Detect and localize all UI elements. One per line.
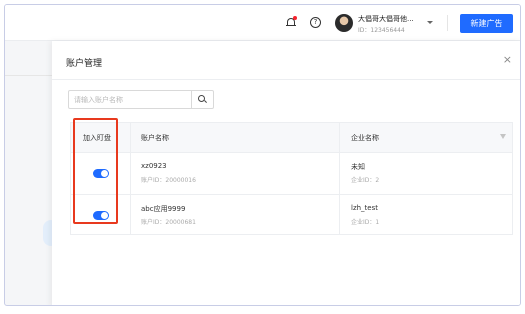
divider: [447, 15, 448, 31]
company-name: lzh_test: [351, 204, 378, 212]
account-id: 账户ID：20000681: [141, 219, 196, 226]
user-id: ID：123456444: [358, 27, 405, 34]
search-divider: [191, 91, 192, 108]
search-icon[interactable]: [198, 95, 205, 102]
account-id: 账户ID：20000016: [141, 177, 196, 184]
company-name: 未知: [351, 163, 365, 171]
table-header: 加入盯盘 账户名称 企业名称: [71, 123, 512, 153]
notification-dot: [293, 16, 297, 20]
account-search: [68, 90, 214, 109]
top-header: ? 大倡哥大倡哥他... ID：123456444 新建广告: [5, 5, 520, 41]
account-name: abc应用9999: [141, 205, 186, 213]
notification-bell-icon[interactable]: [286, 16, 297, 28]
drawer-divider: [52, 79, 520, 80]
background-divider: [5, 75, 55, 76]
filter-icon[interactable]: [500, 134, 506, 139]
close-icon[interactable]: ×: [503, 54, 512, 65]
drawer-title: 账户管理: [66, 59, 103, 69]
column-header-company-name: 企业名称: [351, 134, 379, 142]
account-name: xz0923: [141, 162, 167, 170]
help-icon[interactable]: ?: [310, 17, 321, 28]
account-management-drawer: 账户管理 × 加入盯盘 账户名称 企业名称 xz0923 账户ID：200000…: [52, 41, 520, 305]
user-name[interactable]: 大倡哥大倡哥他...: [358, 14, 414, 24]
search-input[interactable]: [69, 91, 191, 108]
table-row: xz0923 账户ID：20000016 未知 企业ID：2: [71, 153, 512, 194]
company-id: 企业ID：1: [351, 219, 380, 226]
avatar[interactable]: [335, 14, 353, 32]
new-ad-button[interactable]: 新建广告: [460, 14, 513, 33]
column-header-account-name: 账户名称: [141, 134, 169, 142]
table-row: abc应用9999 账户ID：20000681 lzh_test 企业ID：1: [71, 195, 512, 236]
highlight-annotation: [73, 118, 118, 224]
account-table: 加入盯盘 账户名称 企业名称 xz0923 账户ID：20000016 未知 企…: [70, 122, 513, 235]
company-id: 企业ID：2: [351, 177, 380, 184]
chevron-down-icon[interactable]: [427, 21, 433, 24]
